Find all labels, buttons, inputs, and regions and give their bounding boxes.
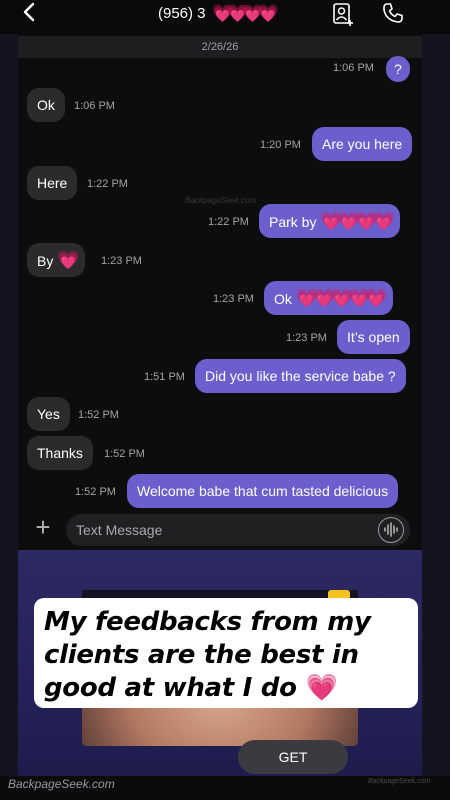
message-timestamp: 1:06 PM [74, 100, 115, 112]
message-input-wrapper[interactable] [66, 514, 410, 546]
contact-name-hearts: 💗💗💗💗 [212, 4, 279, 23]
incoming-message[interactable]: Ok [27, 88, 65, 122]
message-text: It’s open [347, 329, 400, 345]
incoming-message[interactable]: Yes [27, 397, 70, 431]
phone-icon[interactable] [382, 2, 404, 24]
message-timestamp: 1:51 PM [144, 371, 185, 383]
outgoing-message[interactable]: Park by 💗💗💗💗 [259, 204, 401, 238]
message-timestamp: 1:20 PM [260, 139, 301, 151]
outgoing-message[interactable]: It’s open [337, 320, 410, 354]
message-thread[interactable]: 2/26/26 BackpageSeek.com 1:06 PM ? Ok 1:… [18, 34, 422, 550]
message-timestamp: 1:23 PM [213, 293, 254, 305]
date-separator: 2/26/26 [18, 36, 422, 58]
message-timestamp: 1:23 PM [286, 332, 327, 344]
outgoing-message[interactable]: Welcome babe that cum tasted delicious [127, 474, 399, 508]
message-timestamp: 1:22 PM [87, 178, 128, 190]
message-timestamp: 1:06 PM [333, 62, 374, 74]
message-text: Welcome babe that cum tasted delicious [137, 483, 389, 499]
watermark-text-small: BackpageSeek.com [368, 778, 431, 785]
heart-emojis: 💗💗💗💗💗 [295, 288, 388, 308]
message-composer: + [18, 510, 422, 550]
heart-emojis: 💗💗💗💗 [320, 211, 395, 231]
outgoing-message[interactable]: ? [386, 56, 410, 82]
message-timestamp: 1:52 PM [78, 409, 119, 421]
watermark-text: BackpageSeek.com [8, 777, 115, 791]
footer-bar: BackpageSeek.com BackpageSeek.com [0, 776, 450, 800]
message-text: ? [394, 61, 402, 77]
incoming-message[interactable]: Thanks [27, 436, 93, 470]
contact-name[interactable]: (956) 3 [158, 5, 206, 23]
outgoing-message[interactable]: Ok 💗💗💗💗💗 [264, 281, 393, 315]
incoming-message[interactable]: Here [27, 166, 78, 200]
chevron-left-icon[interactable] [22, 2, 50, 28]
outgoing-message[interactable]: Did you like the service babe ? [195, 359, 406, 393]
outgoing-message[interactable]: Are you here [312, 127, 413, 161]
message-timestamp: 1:23 PM [101, 255, 142, 267]
message-text: Yes [37, 406, 60, 422]
incoming-message[interactable]: By 💗 [27, 243, 85, 277]
message-text: Are you here [322, 136, 403, 152]
voice-message-icon[interactable] [378, 517, 404, 543]
overlay-caption: My feedbacks from my clients are the bes… [44, 606, 408, 705]
message-text: Did you like the service babe ? [205, 368, 396, 384]
message-text: Ok [37, 97, 55, 113]
plus-icon[interactable]: + [32, 514, 54, 540]
heart-emoji: 💗 [305, 673, 338, 703]
message-text: Park by [269, 214, 317, 230]
screenshot-frame: (956) 3 💗💗💗💗 2/26/26 BackpageSeek.com 1:… [0, 0, 450, 800]
get-button[interactable]: GET [238, 740, 348, 774]
contact-add-icon[interactable] [332, 2, 354, 26]
overlay-caption-box: My feedbacks from my clients are the bes… [34, 598, 418, 708]
heart-emojis: 💗 [57, 250, 80, 270]
message-timestamp: 1:52 PM [104, 448, 145, 460]
watermark-text: BackpageSeek.com [185, 196, 257, 205]
conversation-header: (956) 3 💗💗💗💗 [0, 0, 450, 34]
message-text: Here [37, 175, 68, 191]
message-timestamp: 1:22 PM [208, 216, 249, 228]
message-input[interactable] [74, 514, 364, 546]
message-text: By [37, 253, 54, 269]
message-text: Thanks [37, 445, 83, 461]
message-text: Ok [274, 291, 292, 307]
message-timestamp: 1:52 PM [75, 486, 116, 498]
